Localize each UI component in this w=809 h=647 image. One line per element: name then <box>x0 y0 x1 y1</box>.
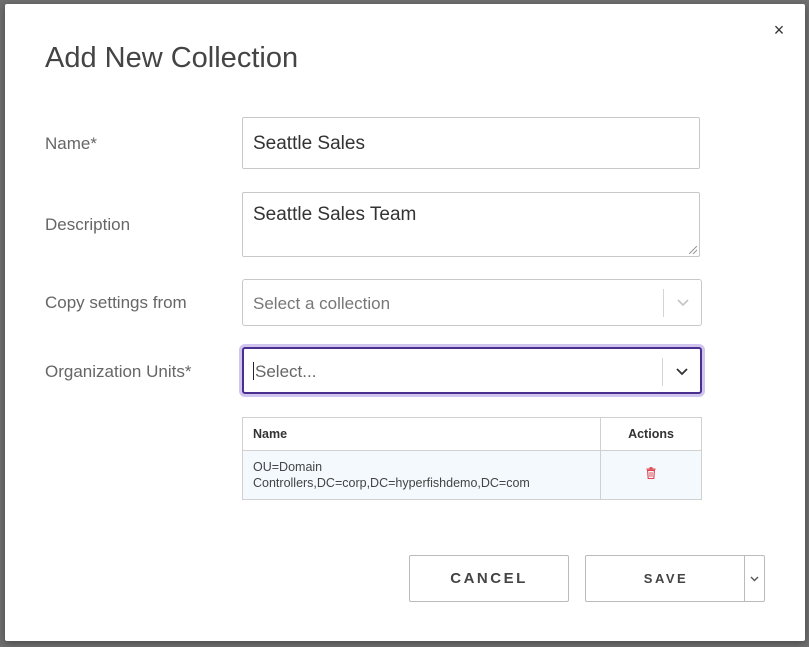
copy-settings-label: Copy settings from <box>45 293 187 312</box>
save-button[interactable]: SAVE <box>585 555 765 602</box>
close-icon[interactable]: × <box>771 20 787 40</box>
copy-settings-select[interactable]: Select a collection <box>242 279 702 326</box>
chevron-down-icon[interactable] <box>749 573 760 584</box>
dialog-title: Add New Collection <box>45 42 299 74</box>
column-header-name: Name <box>242 417 601 451</box>
copy-settings-placeholder: Select a collection <box>253 294 391 313</box>
name-input-value: Seattle Sales <box>253 133 365 154</box>
table-header-row: Name Actions <box>242 417 702 451</box>
table-row: OU=Domain Controllers,DC=corp,DC=hyperfi… <box>242 450 702 500</box>
org-units-placeholder: Select... <box>253 362 316 382</box>
chevron-down-icon[interactable] <box>672 360 692 382</box>
description-label: Description <box>45 215 131 234</box>
org-units-table: Name Actions OU=Domain Controllers,DC=co… <box>242 417 702 500</box>
add-collection-dialog: × Add New Collection Name* Seattle Sales… <box>5 4 805 641</box>
ou-name-cell: OU=Domain Controllers,DC=corp,DC=hyperfi… <box>242 450 601 500</box>
resize-grip-icon[interactable] <box>689 246 697 254</box>
org-units-select[interactable]: Select... <box>242 347 702 394</box>
select-separator <box>663 289 664 317</box>
actions-cell <box>600 450 702 500</box>
save-split-divider <box>744 556 745 601</box>
name-input[interactable]: Seattle Sales <box>242 117 700 169</box>
name-label: Name* <box>45 134 97 153</box>
save-button-label: SAVE <box>643 571 689 586</box>
org-units-label: Organization Units* <box>45 362 192 381</box>
select-separator <box>662 358 663 386</box>
trash-icon[interactable] <box>646 467 656 479</box>
description-value: Seattle Sales Team <box>253 204 417 225</box>
text-caret <box>253 362 254 380</box>
cancel-button[interactable]: CANCEL <box>409 555 569 602</box>
description-textarea[interactable]: Seattle Sales Team <box>242 192 700 257</box>
org-units-placeholder-text: Select... <box>255 362 317 381</box>
column-header-actions: Actions <box>600 417 702 451</box>
chevron-down-icon[interactable] <box>673 291 693 313</box>
